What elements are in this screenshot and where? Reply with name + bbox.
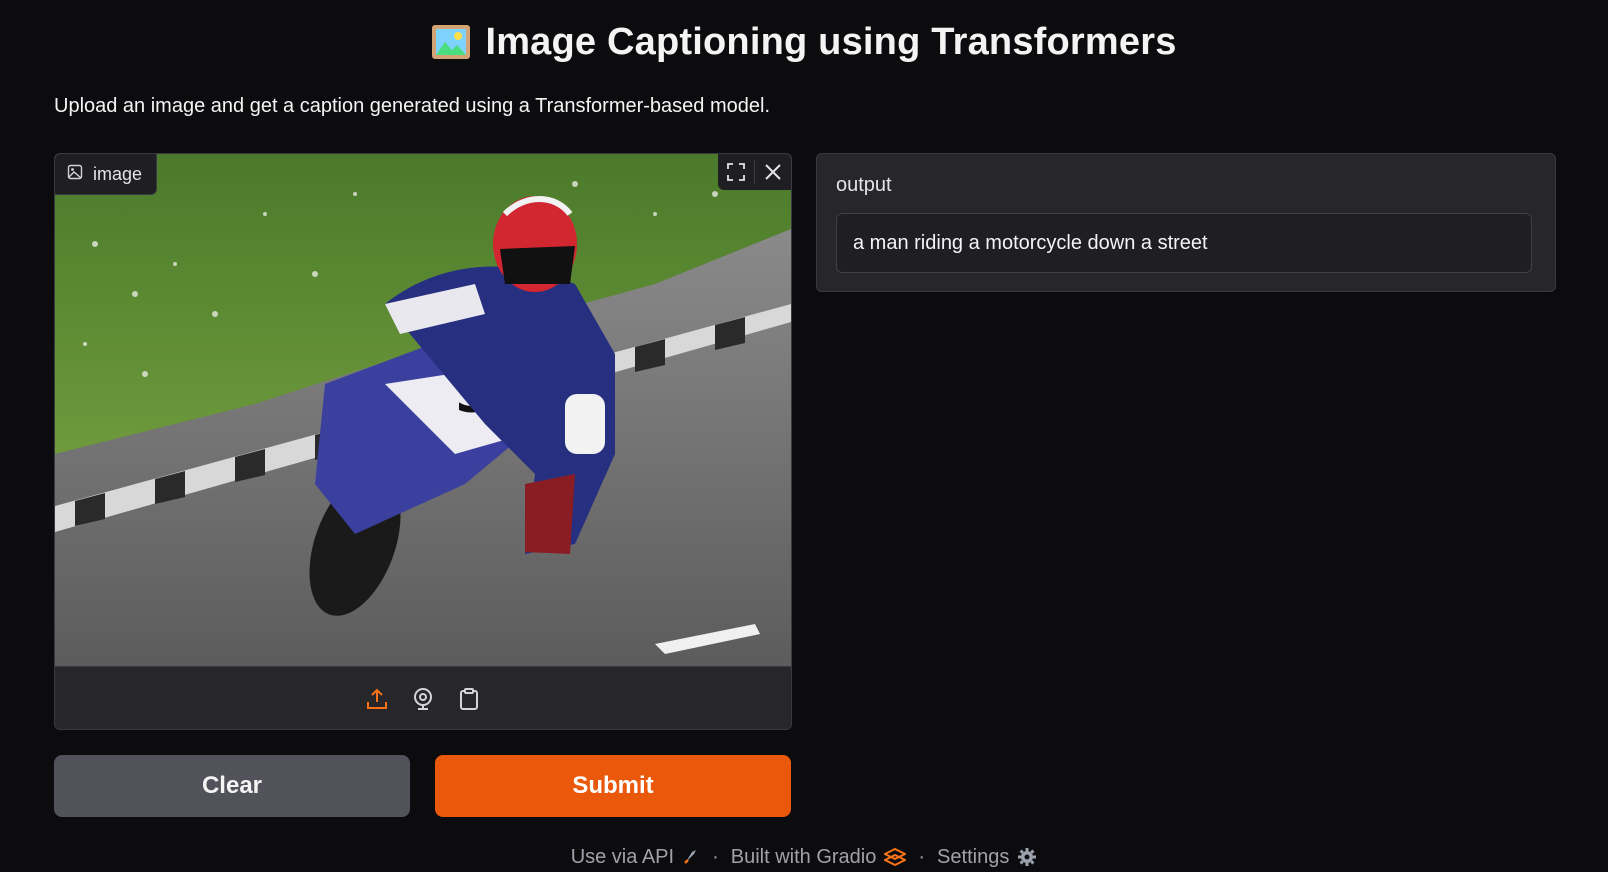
built-with-gradio-link[interactable]: Built with Gradio bbox=[731, 846, 907, 869]
remove-image-button[interactable] bbox=[755, 154, 791, 190]
output-text: a man riding a motorcycle down a street bbox=[853, 231, 1208, 254]
motorcycle-photo: 5 bbox=[55, 154, 791, 666]
built-with-gradio-label: Built with Gradio bbox=[730, 845, 877, 868]
image-source-bar bbox=[55, 666, 791, 729]
fullscreen-icon bbox=[727, 163, 745, 181]
footer: Use via API · Built with Gradio · Settin… bbox=[0, 842, 1608, 872]
output-textbox[interactable]: a man riding a motorcycle down a street bbox=[836, 213, 1532, 273]
use-via-api-link[interactable]: Use via API bbox=[571, 846, 700, 869]
fullscreen-button[interactable] bbox=[718, 154, 754, 190]
footer-separator: · bbox=[712, 845, 719, 868]
framed-picture-icon bbox=[431, 24, 471, 60]
image-input-label: image bbox=[55, 154, 158, 195]
settings-link[interactable]: Settings bbox=[937, 846, 1037, 869]
close-icon bbox=[765, 164, 781, 180]
image-icon bbox=[67, 164, 83, 185]
uploaded-image: 5 bbox=[55, 154, 791, 666]
image-label-text: image bbox=[93, 163, 143, 184]
clipboard-icon bbox=[460, 687, 478, 710]
page-description: Upload an image and get a caption genera… bbox=[54, 95, 771, 117]
output-panel: output a man riding a motorcycle down a … bbox=[816, 153, 1556, 292]
webcam-source-button[interactable] bbox=[410, 686, 436, 712]
page-title: Image Captioning using Transformers bbox=[485, 20, 1177, 63]
gear-icon bbox=[1018, 848, 1037, 866]
clear-button[interactable]: Clear bbox=[54, 755, 410, 817]
gradio-logo-icon bbox=[884, 848, 907, 866]
output-label: output bbox=[836, 174, 892, 196]
webcam-icon bbox=[414, 687, 432, 710]
upload-icon bbox=[367, 688, 387, 709]
page-header: Image Captioning using Transformers bbox=[0, 14, 1608, 70]
clipboard-source-button[interactable] bbox=[456, 686, 482, 712]
settings-label: Settings bbox=[937, 845, 1010, 868]
footer-separator: · bbox=[918, 845, 926, 868]
image-input-panel: 5 image bbox=[54, 153, 792, 730]
upload-source-button[interactable] bbox=[364, 686, 390, 712]
image-controls bbox=[718, 154, 791, 190]
submit-button[interactable]: Submit bbox=[435, 755, 791, 817]
rocket-icon bbox=[684, 850, 697, 864]
use-via-api-label: Use via API bbox=[570, 845, 675, 868]
